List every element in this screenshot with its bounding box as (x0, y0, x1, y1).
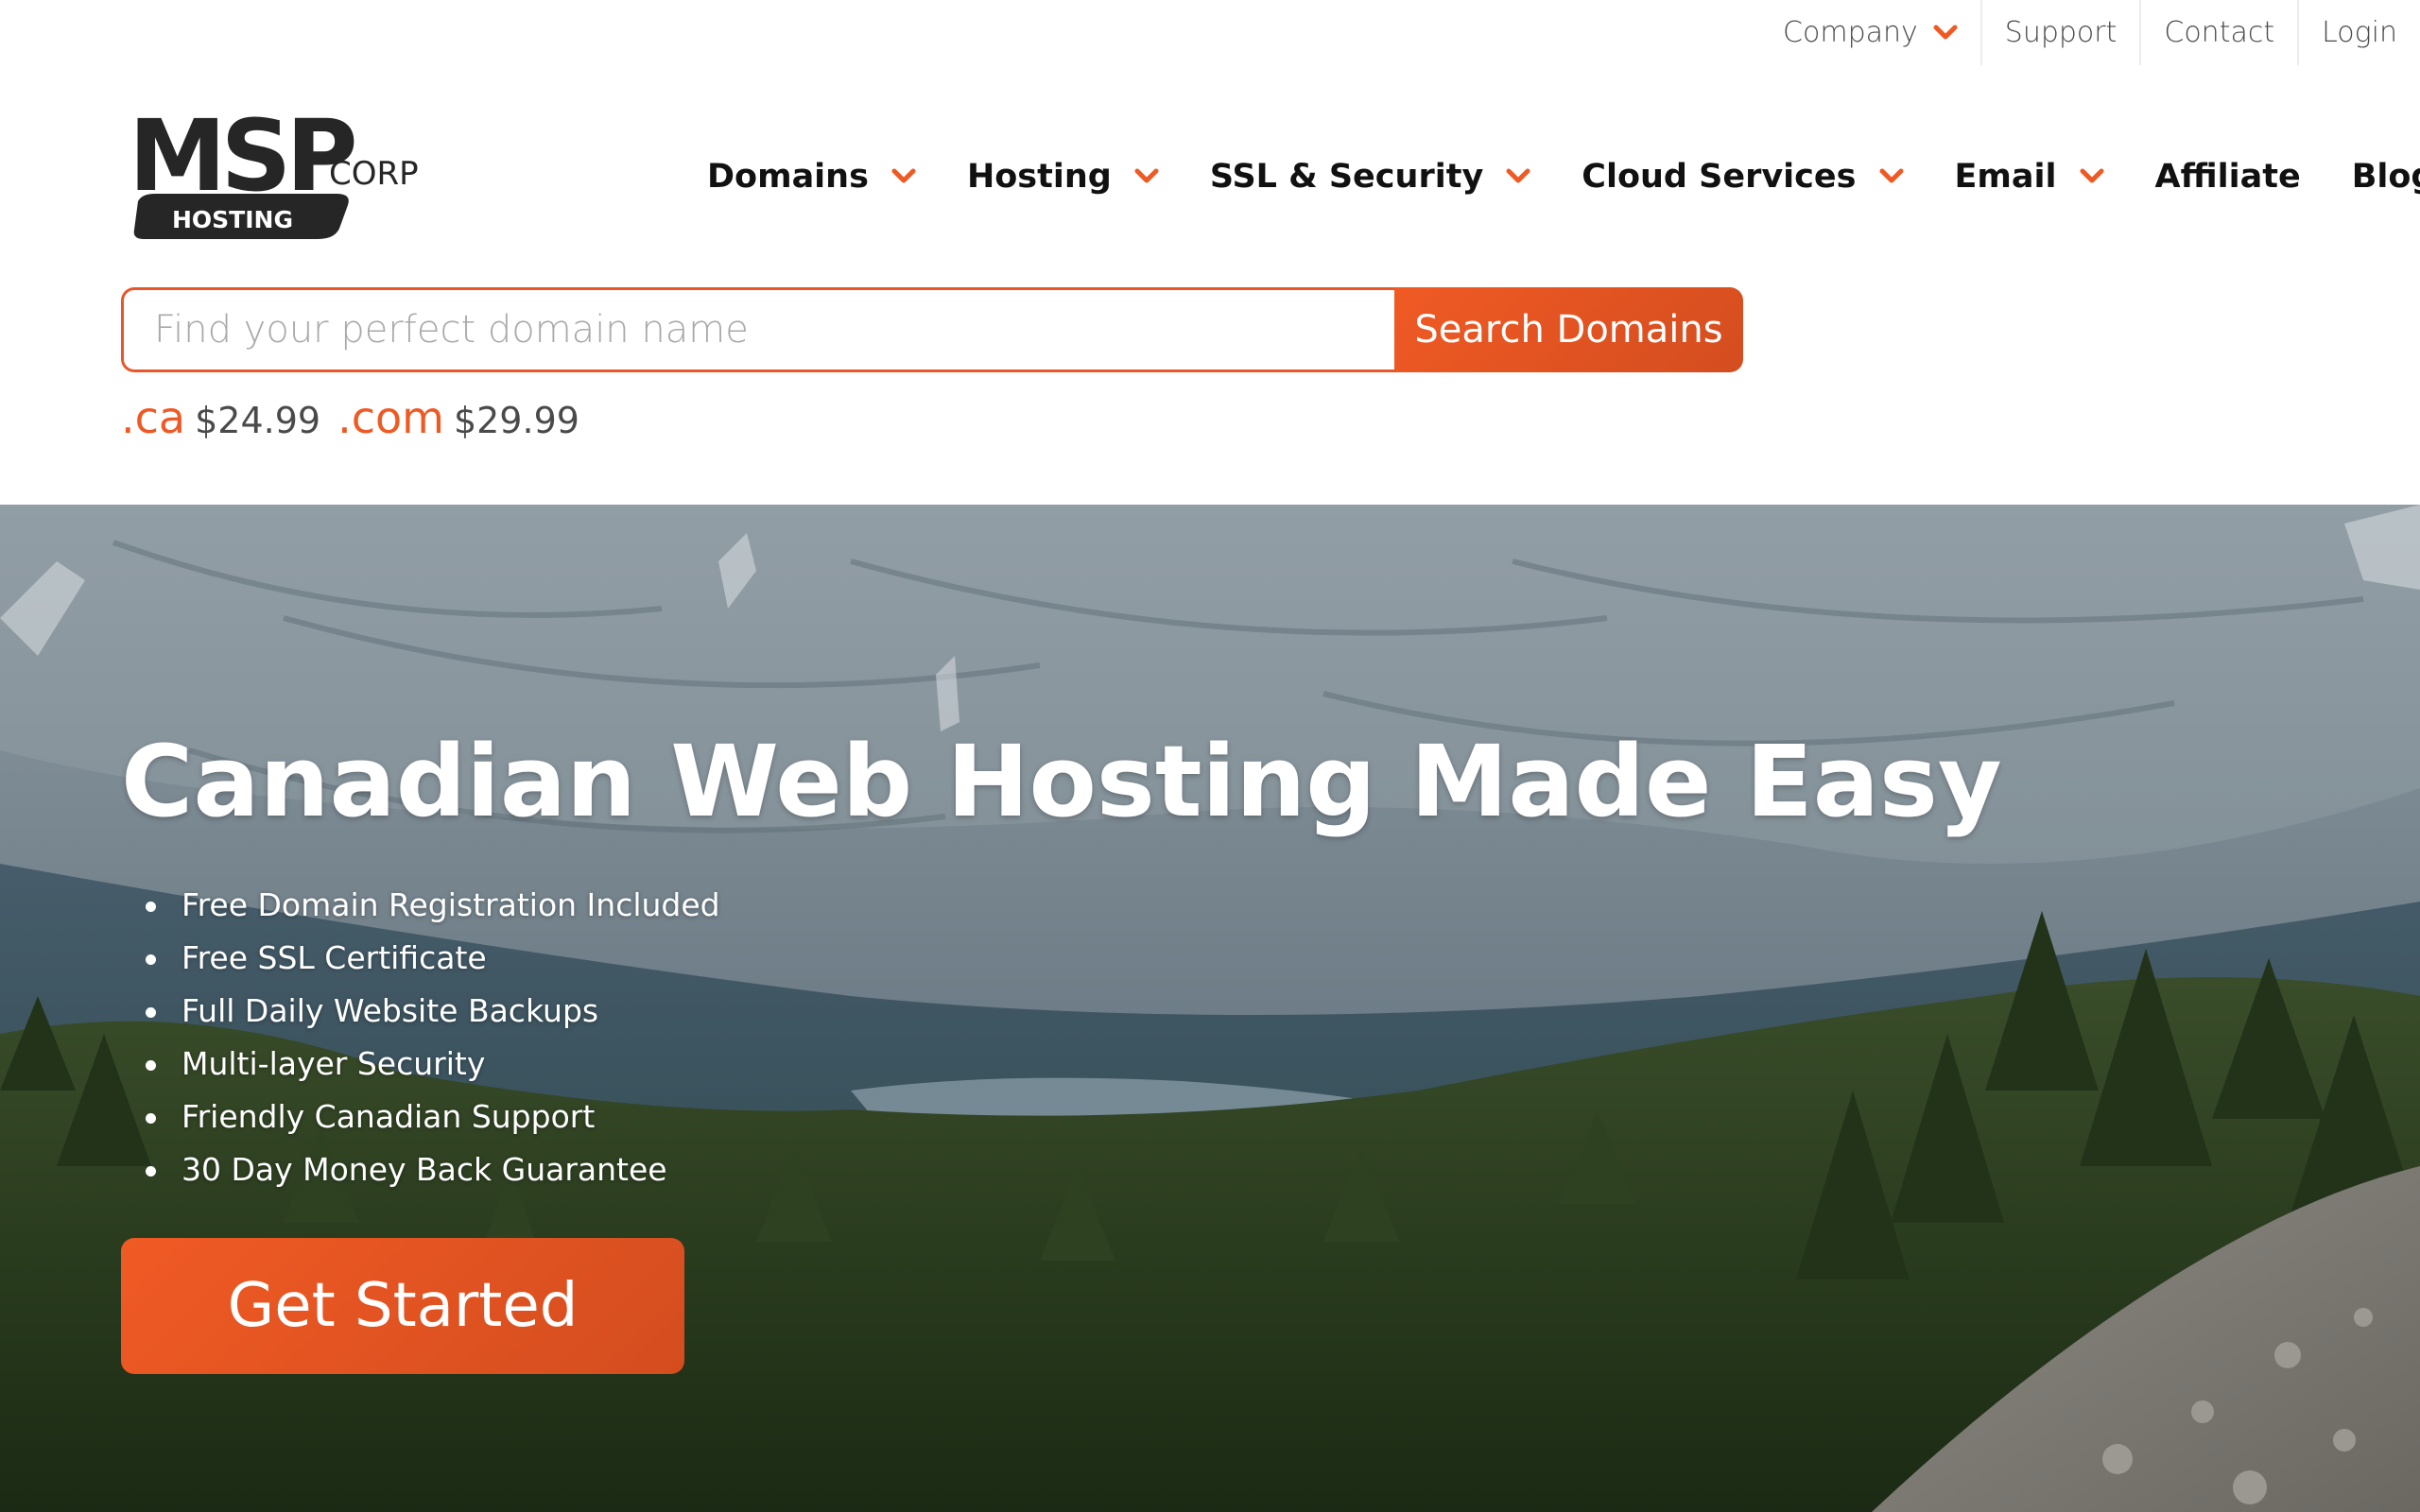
price-ca: $24.99 (195, 400, 321, 441)
feature-item: Free SSL Certificate (144, 932, 720, 985)
chevron-down-icon (1933, 25, 1958, 42)
nav-item-blog[interactable]: Blog (2352, 158, 2420, 196)
main-nav: Domains Hosting SSL & Security Cloud Ser… (707, 158, 2420, 196)
feature-item: 30 Day Money Back Guarantee (144, 1143, 720, 1196)
nav-item-cloud-services[interactable]: Cloud Services (1582, 158, 1903, 196)
chevron-down-icon (1879, 168, 1904, 185)
utility-link-label: Login (2322, 16, 2397, 49)
logo[interactable]: MSP CORP HOSTING (129, 98, 441, 245)
utility-link-login[interactable]: Login (2297, 0, 2420, 65)
nav-item-hosting[interactable]: Hosting (967, 158, 1159, 196)
get-started-button[interactable]: Get Started (121, 1238, 684, 1374)
utility-link-support[interactable]: Support (1979, 0, 2140, 65)
feature-item: Free Domain Registration Included (144, 879, 720, 932)
nav-item-label: Hosting (966, 158, 1112, 196)
price-com: $29.99 (453, 400, 579, 441)
utility-link-label: Support (2004, 16, 2118, 49)
nav-item-email[interactable]: Email (1955, 158, 2104, 196)
nav-item-label: Blog (2351, 158, 2420, 196)
nav-item-affiliate[interactable]: Affiliate (2155, 158, 2301, 196)
nav-item-label: Affiliate (2154, 158, 2301, 196)
search-domains-button[interactable]: Search Domains (1394, 287, 1743, 372)
chevron-down-icon (1506, 168, 1530, 185)
hero-section: Canadian Web Hosting Made Easy Free Doma… (0, 505, 2420, 1512)
tld-ca[interactable]: .ca (121, 392, 185, 443)
chevron-down-icon (1134, 168, 1159, 185)
hero-title: Canadian Web Hosting Made Easy (121, 724, 2002, 839)
logo-tagline: HOSTING (172, 206, 293, 233)
nav-item-label: SSL & Security (1209, 158, 1484, 196)
tld-com[interactable]: .com (337, 392, 444, 443)
tld-prices: .ca $24.99 .com $29.99 (121, 392, 596, 443)
feature-item: Friendly Canadian Support (144, 1091, 720, 1143)
utility-link-contact[interactable]: Contact (2139, 0, 2297, 65)
utility-link-company[interactable]: Company (1760, 0, 1980, 65)
logo-wordmark: MSP (129, 103, 354, 214)
feature-item: Multi-layer Security (144, 1038, 720, 1091)
chevron-down-icon (2080, 168, 2104, 185)
nav-item-label: Email (1954, 158, 2057, 196)
domain-search: Search Domains (121, 287, 1743, 372)
feature-item: Full Daily Website Backups (144, 985, 720, 1038)
utility-link-label: Contact (2164, 16, 2275, 49)
utility-links: Company Support Contact Login (1760, 0, 2420, 65)
nav-item-label: Domains (707, 158, 869, 196)
site-header: MSP CORP HOSTING Domains Hosting SSL & S… (0, 65, 2420, 505)
feature-list: Free Domain Registration Included Free S… (144, 879, 720, 1196)
nav-item-domains[interactable]: Domains (707, 158, 916, 196)
chevron-down-icon (891, 168, 916, 185)
nav-item-label: Cloud Services (1582, 158, 1857, 196)
logo-corp: CORP (329, 155, 419, 193)
utility-bar: Company Support Contact Login (0, 0, 2420, 65)
utility-link-label: Company (1783, 16, 1918, 49)
domain-search-input[interactable] (121, 287, 1394, 372)
nav-item-ssl-security[interactable]: SSL & Security (1210, 158, 1530, 196)
